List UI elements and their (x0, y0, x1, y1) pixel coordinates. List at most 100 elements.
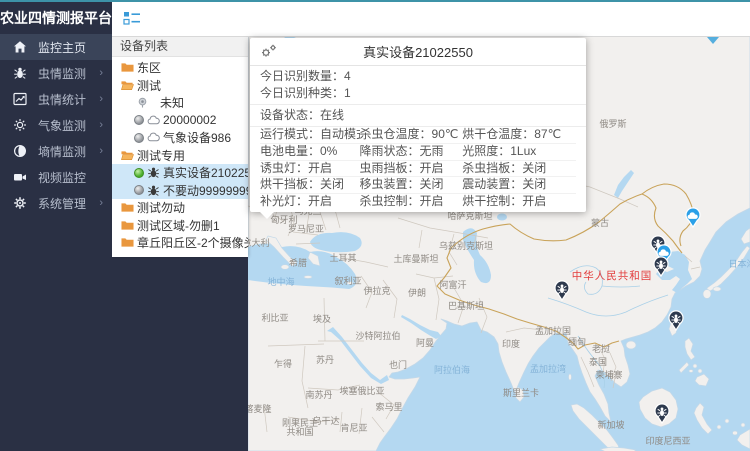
map-label: 埃及 (313, 313, 331, 324)
sidebar-item-system-manage[interactable]: 系统管理 › (0, 190, 112, 216)
popup-field: 移虫装置：关闭 (360, 177, 463, 193)
popup-header: 真实设备21022550 (250, 38, 586, 66)
pin-icon (136, 96, 149, 109)
map-label: 伊拉克 (363, 285, 390, 296)
sidebar-item-insect-monitor[interactable]: 虫情监测› (0, 60, 112, 86)
status-dot-online (134, 168, 144, 178)
tree-folder[interactable]: 测试专用 (112, 147, 248, 165)
map-label: 也门 (389, 359, 407, 370)
status-dot-offline (134, 133, 144, 143)
map-label: 地中海 (267, 276, 294, 287)
sidebar-item-insect-stats[interactable]: 虫情统计› (0, 86, 112, 112)
insect-icon (147, 166, 160, 179)
folder-icon (121, 61, 134, 74)
tree-folder[interactable]: 东区 (112, 59, 248, 77)
tree-folder[interactable]: 章丘阳丘区-2个摄像头 (112, 234, 248, 252)
tree-device[interactable]: 未知 (112, 94, 248, 112)
map-label: 斯里兰卡 (503, 387, 539, 398)
gear-icon (13, 196, 27, 210)
map-label: 索马里 (375, 401, 402, 412)
tree-item-label: 测试 (137, 77, 161, 94)
map-label: 土耳其 (329, 252, 356, 263)
map-label: 南苏丹 (305, 389, 332, 400)
home-icon (13, 40, 27, 54)
globe-icon (13, 144, 27, 158)
map-label: 利比亚 (261, 312, 288, 323)
folder-icon (121, 219, 134, 232)
status-dot-offline (134, 115, 144, 125)
tree-item-label: 测试勿动 (137, 199, 185, 216)
tree-item-label: 测试专用 (137, 147, 185, 164)
popup-field: 运行模式：自动模式 (260, 127, 360, 143)
chevron-right-icon: › (99, 93, 103, 105)
sidebar-item-label: 气象监测 (38, 117, 86, 134)
map-label: 乌兹别克斯坦 (439, 240, 493, 251)
popup-field: 设备状态：在线 (260, 107, 576, 124)
popup-field: 震动装置：关闭 (462, 177, 576, 193)
sidebar-item-video-monitor[interactable]: 视频监控 (0, 164, 112, 190)
chevron-right-icon: › (99, 119, 103, 131)
tree-item-label: 章丘阳丘区-2个摄像头 (137, 234, 248, 251)
device-tree: 东区测试未知 20000002 气象设备986测试专用真实设备21022550不要动… (112, 57, 248, 257)
tree-device[interactable]: 真实设备21022550 (112, 164, 248, 182)
top-accent-line (0, 0, 750, 2)
sidebar-item-label: 监控主页 (38, 39, 86, 56)
map-label: 阿富汗 (439, 279, 466, 290)
map-label: 意大利 (248, 237, 270, 248)
popup-field: 烘干控制：开启 (462, 194, 576, 210)
sidebar-item-soil-monitor[interactable]: 墒情监测 › (0, 138, 112, 164)
device-panel-header: 设备列表 (112, 36, 248, 57)
popup-grid-row: 烘干挡板：关闭移虫装置：关闭震动装置：关闭 (260, 177, 576, 194)
tree-item-label: 20000002 (163, 113, 216, 127)
insect-icon (147, 184, 160, 197)
video-icon (13, 170, 27, 184)
map-label: 俄罗斯 (599, 118, 626, 129)
tree-toggle-icon[interactable] (123, 10, 141, 26)
tree-folder[interactable]: 测试 (112, 77, 248, 95)
popup-grid-row: 补光灯：开启杀虫控制：开启烘干控制：开启 (260, 194, 576, 210)
popup-field: 降雨状态：无雨 (360, 144, 463, 160)
popup-grid-row: 运行模式：自动模式杀虫仓温度：90℃烘干仓温度：87℃ (260, 127, 576, 144)
device-popup: 真实设备21022550 今日识别数量：4今日识别种类：1 设备状态：在线 运行… (250, 38, 586, 212)
sidebar-item-label: 墒情监测 (38, 143, 86, 160)
settings-gears-icon[interactable] (260, 44, 277, 59)
tree-device[interactable]: 不要动99999999 (112, 182, 248, 200)
tree-item-label: 气象设备986 (163, 129, 231, 146)
popup-grid-row: 诱虫灯：开启虫雨挡板：开启杀虫挡板：关闭 (260, 161, 576, 178)
device-panel: 设备列表 东区测试未知 20000002 气象设备986测试专用真实设备210225… (112, 36, 248, 257)
tree-item-label: 未知 (160, 94, 184, 111)
sidebar-item-home[interactable]: 监控主页 (0, 34, 112, 60)
app-title: 农业四情测报平台 (0, 0, 112, 34)
chart-icon (13, 92, 27, 106)
map-label: 孟加拉国 (535, 325, 571, 336)
sidebar-item-label: 系统管理 (38, 195, 86, 212)
map-label: 苏丹 (316, 354, 334, 365)
sidebar: 农业四情测报平台 监控主页虫情监测›虫情统计›气象监测›墒情监测›视频监控系统管… (0, 0, 112, 451)
map-label: 伊朗 (408, 287, 426, 298)
tree-device[interactable]: 气象设备986 (112, 129, 248, 147)
map-label: 乍得 (274, 358, 292, 369)
popup-field: 烘干挡板：关闭 (260, 177, 360, 193)
popup-field: 诱虫灯：开启 (260, 161, 360, 177)
map-label: 新加坡 (597, 419, 624, 430)
chevron-right-icon: › (99, 197, 103, 209)
sidebar-item-weather-monitor[interactable]: 气象监测 › (0, 112, 112, 138)
popup-field: 虫雨挡板：开启 (360, 161, 463, 177)
tree-item-label: 不要动99999999 (163, 182, 248, 199)
map-label: 土库曼斯坦 (393, 253, 438, 264)
map-label: 老挝 (592, 343, 610, 354)
tree-item-label: 测试区域-勿删1 (137, 217, 220, 234)
folder-icon (121, 201, 134, 214)
popup-grid-row: 电池电量：0%降雨状态：无雨光照度：1Lux (260, 144, 576, 161)
map-label: 喀麦隆 (248, 403, 272, 414)
popup-field: 补光灯：开启 (260, 194, 360, 210)
folder-icon (121, 236, 134, 249)
chevron-right-icon: › (99, 67, 103, 79)
tree-folder[interactable]: 测试勿动 (112, 199, 248, 217)
tree-folder[interactable]: 测试区域-勿删1 (112, 217, 248, 235)
tree-device[interactable]: 20000002 (112, 112, 248, 130)
chevron-right-icon: › (99, 145, 103, 157)
insect-icon (13, 66, 27, 80)
map-label: 希腊 (289, 257, 307, 268)
folder-icon (121, 149, 134, 162)
